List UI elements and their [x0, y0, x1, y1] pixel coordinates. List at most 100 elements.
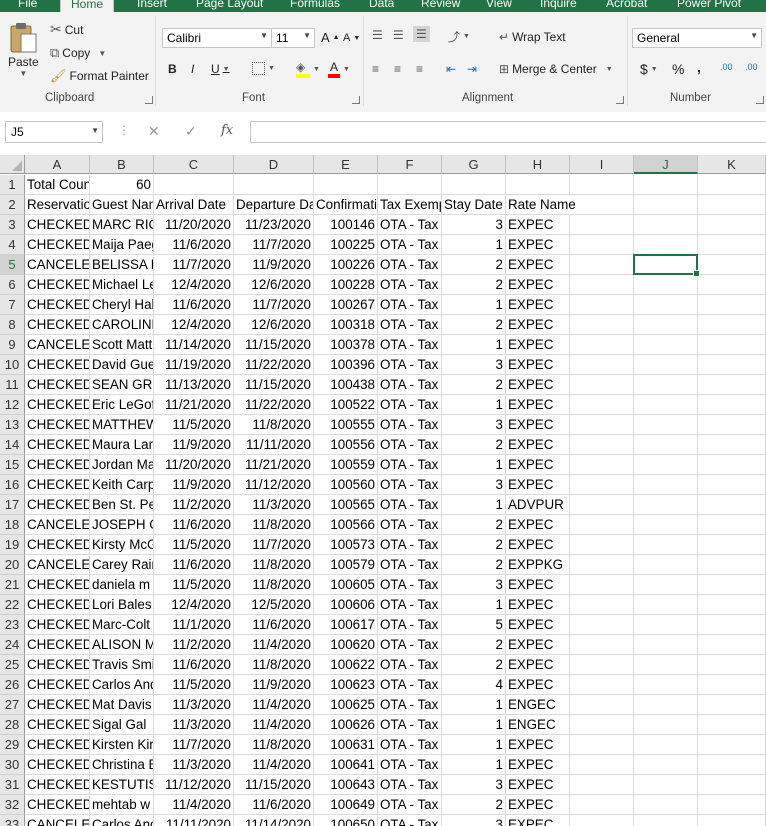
italic-button[interactable]: I — [191, 62, 194, 76]
cell-k2[interactable] — [698, 195, 766, 215]
font-launcher-icon[interactable] — [352, 96, 360, 104]
cell-f3[interactable]: OTA - Tax — [378, 215, 442, 235]
row-header-16[interactable]: 16 — [0, 475, 25, 495]
cell-c14[interactable]: 11/9/2020 — [154, 435, 234, 455]
cell-a8[interactable]: CHECKEDOUT — [25, 315, 90, 335]
tab-insert[interactable]: Insert — [137, 0, 167, 10]
cell-d20[interactable]: 11/8/2020 — [234, 555, 314, 575]
column-header-f[interactable]: F — [378, 155, 442, 174]
cell-d23[interactable]: 11/6/2020 — [234, 615, 314, 635]
cell-b4[interactable]: Maija Paeg — [90, 235, 154, 255]
cell-e5[interactable]: 100226 — [314, 255, 378, 275]
cell-i21[interactable] — [570, 575, 634, 595]
cell-k27[interactable] — [698, 695, 766, 715]
clipboard-launcher-icon[interactable] — [145, 96, 153, 104]
row-header-15[interactable]: 15 — [0, 455, 25, 475]
cell-g9[interactable]: 1 — [442, 335, 506, 355]
cell-i33[interactable] — [570, 815, 634, 826]
increase-decimal-button[interactable]: .00 — [720, 62, 733, 72]
cell-a6[interactable]: CHECKEDOUT — [25, 275, 90, 295]
cell-i2[interactable] — [570, 195, 634, 215]
cell-i5[interactable] — [570, 255, 634, 275]
cell-a30[interactable]: CHECKEDOUT — [25, 755, 90, 775]
cell-g1[interactable] — [442, 175, 506, 195]
cell-a13[interactable]: CHECKEDOUT — [25, 415, 90, 435]
cell-a2[interactable]: ReservationStatus — [25, 195, 90, 215]
cell-e19[interactable]: 100573 — [314, 535, 378, 555]
cell-b9[interactable]: Scott Matt — [90, 335, 154, 355]
cell-g30[interactable]: 1 — [442, 755, 506, 775]
cell-k19[interactable] — [698, 535, 766, 555]
cell-e14[interactable]: 100556 — [314, 435, 378, 455]
cell-e16[interactable]: 100560 — [314, 475, 378, 495]
column-header-j[interactable]: J — [634, 155, 698, 174]
cell-c18[interactable]: 11/6/2020 — [154, 515, 234, 535]
number-format-select[interactable]: General ▼ — [632, 28, 762, 48]
cell-h18[interactable]: EXPEC — [506, 515, 570, 535]
cell-f8[interactable]: OTA - Tax — [378, 315, 442, 335]
cell-e8[interactable]: 100318 — [314, 315, 378, 335]
cell-h24[interactable]: EXPEC — [506, 635, 570, 655]
cell-j14[interactable] — [634, 435, 698, 455]
paste-button[interactable]: Paste ▼ — [8, 22, 39, 78]
cell-c11[interactable]: 11/13/2020 — [154, 375, 234, 395]
cell-k31[interactable] — [698, 775, 766, 795]
cell-d33[interactable]: 11/14/2020 — [234, 815, 314, 826]
cell-h15[interactable]: EXPEC — [506, 455, 570, 475]
cell-g25[interactable]: 2 — [442, 655, 506, 675]
cell-f7[interactable]: OTA - Tax — [378, 295, 442, 315]
row-header-33[interactable]: 33 — [0, 815, 25, 826]
cell-b19[interactable]: Kirsty McG — [90, 535, 154, 555]
cell-d8[interactable]: 12/6/2020 — [234, 315, 314, 335]
cell-i8[interactable] — [570, 315, 634, 335]
cell-b16[interactable]: Keith Carp — [90, 475, 154, 495]
cell-k5[interactable] — [698, 255, 766, 275]
row-header-4[interactable]: 4 — [0, 235, 25, 255]
cell-k21[interactable] — [698, 575, 766, 595]
cell-k4[interactable] — [698, 235, 766, 255]
cell-h26[interactable]: EXPEC — [506, 675, 570, 695]
cell-e10[interactable]: 100396 — [314, 355, 378, 375]
row-header-10[interactable]: 10 — [0, 355, 25, 375]
cell-c29[interactable]: 11/7/2020 — [154, 735, 234, 755]
row-header-12[interactable]: 12 — [0, 395, 25, 415]
cell-c13[interactable]: 11/5/2020 — [154, 415, 234, 435]
cell-c26[interactable]: 11/5/2020 — [154, 675, 234, 695]
row-header-18[interactable]: 18 — [0, 515, 25, 535]
cell-k22[interactable] — [698, 595, 766, 615]
cell-i29[interactable] — [570, 735, 634, 755]
cell-j22[interactable] — [634, 595, 698, 615]
orientation-button[interactable]: ⤴ ▼ — [448, 28, 470, 45]
cell-b32[interactable]: mehtab w — [90, 795, 154, 815]
row-header-17[interactable]: 17 — [0, 495, 25, 515]
select-all-button[interactable] — [0, 155, 25, 174]
row-header-1[interactable]: 1 — [0, 175, 25, 195]
row-header-26[interactable]: 26 — [0, 675, 25, 695]
cell-a4[interactable]: CHECKEDOUT — [25, 235, 90, 255]
cell-f2[interactable]: Tax Exempt — [378, 195, 442, 215]
cell-a26[interactable]: CHECKEDOUT — [25, 675, 90, 695]
cell-c23[interactable]: 11/1/2020 — [154, 615, 234, 635]
cell-k7[interactable] — [698, 295, 766, 315]
cell-d16[interactable]: 11/12/2020 — [234, 475, 314, 495]
cell-b26[interactable]: Carlos And — [90, 675, 154, 695]
comma-style-button[interactable]: , — [697, 59, 701, 75]
cell-i3[interactable] — [570, 215, 634, 235]
cell-i32[interactable] — [570, 795, 634, 815]
cell-e2[interactable]: Confirmation — [314, 195, 378, 215]
cell-f29[interactable]: OTA - Tax — [378, 735, 442, 755]
cell-j6[interactable] — [634, 275, 698, 295]
cell-j4[interactable] — [634, 235, 698, 255]
cell-k20[interactable] — [698, 555, 766, 575]
cell-c31[interactable]: 11/12/2020 — [154, 775, 234, 795]
cell-g20[interactable]: 2 — [442, 555, 506, 575]
row-header-25[interactable]: 25 — [0, 655, 25, 675]
cell-b13[interactable]: MATTHEW — [90, 415, 154, 435]
cell-k14[interactable] — [698, 435, 766, 455]
cell-e27[interactable]: 100625 — [314, 695, 378, 715]
active-cell-selection[interactable] — [633, 254, 700, 277]
cell-i30[interactable] — [570, 755, 634, 775]
tab-view[interactable]: View — [486, 0, 512, 10]
cell-g26[interactable]: 4 — [442, 675, 506, 695]
cell-j11[interactable] — [634, 375, 698, 395]
